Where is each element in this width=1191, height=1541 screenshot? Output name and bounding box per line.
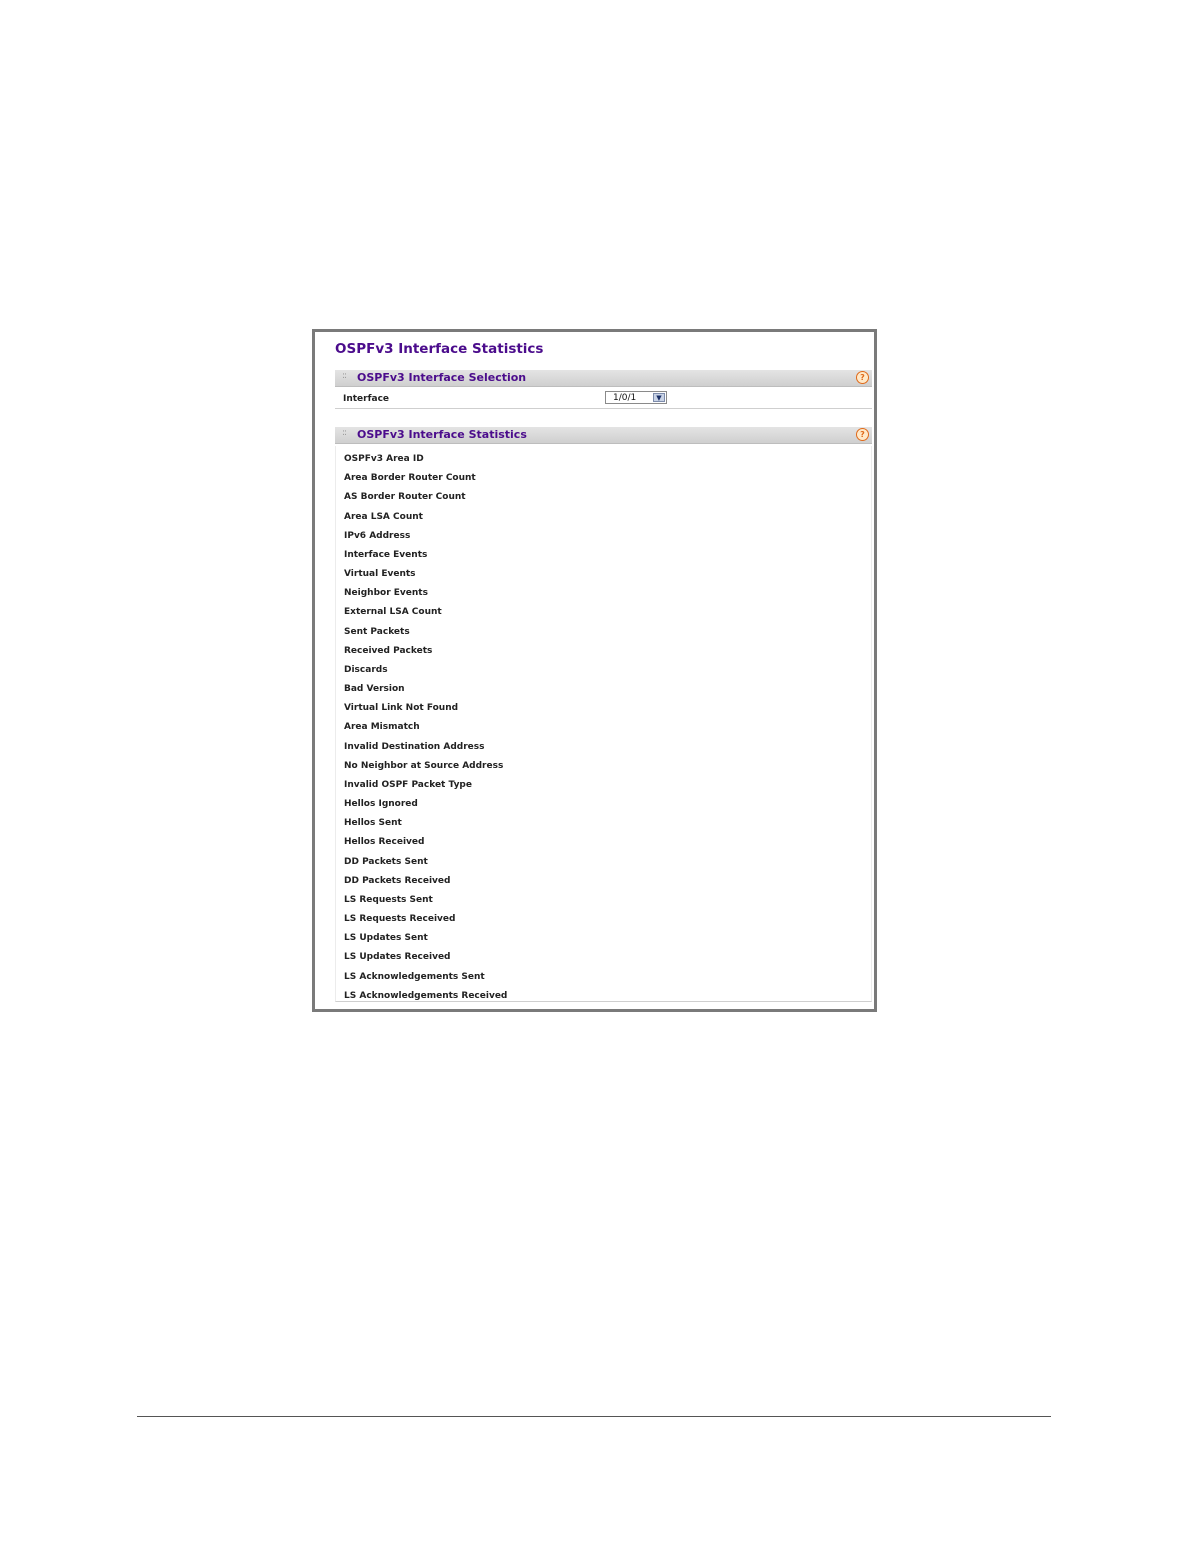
statistic-row-label: No Neighbor at Source Address: [344, 760, 504, 771]
statistic-row-label: Hellos Sent: [344, 818, 402, 829]
statistic-row-label: External LSA Count: [344, 607, 442, 618]
statistic-row-label: Area Mismatch: [344, 722, 420, 733]
statistic-row-label: Area Border Router Count: [344, 473, 476, 484]
statistic-row-label: Discards: [344, 664, 388, 675]
statistic-row-label: LS Updates Received: [344, 952, 451, 963]
statistic-row-label: Interface Events: [344, 549, 428, 560]
statistic-row-label: Sent Packets: [344, 626, 410, 637]
interface-statistics-header: :: OSPFv3 Interface Statistics ?: [335, 427, 872, 444]
statistic-row-label: Invalid OSPF Packet Type: [344, 779, 472, 790]
statistic-row-label: DD Packets Received: [344, 875, 451, 886]
statistic-row-label: IPv6 Address: [344, 530, 411, 541]
statistic-row-label: AS Border Router Count: [344, 492, 466, 503]
screenshot-frame: OSPFv3 Interface Statistics :: OSPFv3 In…: [312, 329, 877, 1012]
statistics-table: OSPFv3 Area ID Area Border Router Count AS…: [335, 446, 872, 1002]
statistic-row-label: Neighbor Events: [344, 588, 428, 599]
chevron-down-icon[interactable]: ▼: [653, 393, 665, 402]
interface-select-value: 1/0/1: [613, 393, 637, 403]
statistic-row-label: DD Packets Sent: [344, 856, 428, 867]
help-icon[interactable]: ?: [856, 428, 869, 441]
statistic-row-label: LS Acknowledgements Sent: [344, 971, 485, 982]
page-title: OSPFv3 Interface Statistics: [335, 341, 544, 357]
statistic-row-label: Bad Version: [344, 684, 405, 695]
interface-selection-title: OSPFv3 Interface Selection: [357, 371, 527, 384]
footer-divider: [137, 1416, 1051, 1417]
drag-grip-icon: ::: [342, 371, 347, 381]
interface-label: Interface: [343, 394, 390, 404]
statistic-row-label: Received Packets: [344, 645, 433, 656]
statistic-row-label: LS Updates Sent: [344, 933, 428, 944]
statistic-row-label: Hellos Received: [344, 837, 425, 848]
interface-select[interactable]: 1/0/1 ▼: [605, 391, 667, 404]
statistic-row-label: LS Requests Sent: [344, 894, 433, 905]
interface-statistics-title: OSPFv3 Interface Statistics: [357, 428, 527, 441]
statistic-row-label: Area LSA Count: [344, 511, 423, 522]
statistic-row-label: Invalid Destination Address: [344, 741, 485, 752]
drag-grip-icon: ::: [342, 428, 347, 438]
statistic-row-label: Virtual Link Not Found: [344, 703, 459, 714]
help-icon[interactable]: ?: [856, 371, 869, 384]
statistic-row-label: LS Requests Received: [344, 914, 456, 925]
interface-row: Interface 1/0/1 ▼: [335, 388, 872, 409]
interface-selection-header: :: OSPFv3 Interface Selection ?: [335, 370, 872, 387]
statistic-row-label: LS Acknowledgements Received: [344, 990, 508, 1001]
statistic-row-label: Virtual Events: [344, 569, 416, 580]
statistic-row-label: OSPFv3 Area ID: [344, 454, 424, 464]
statistic-row-label: Hellos Ignored: [344, 799, 418, 810]
